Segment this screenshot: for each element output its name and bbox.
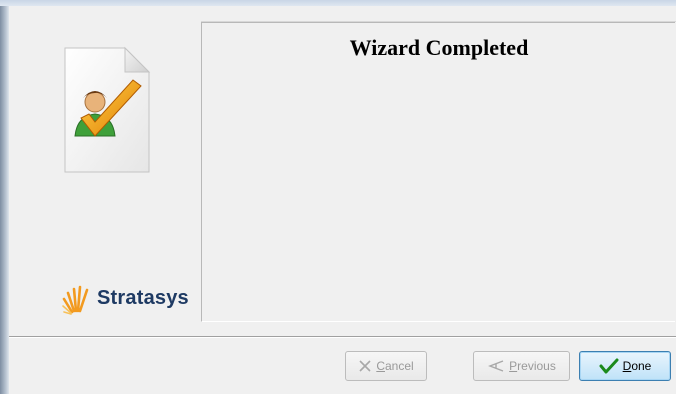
stratasys-logo-icon: [62, 285, 89, 315]
done-button[interactable]: Done: [579, 351, 671, 381]
button-bar-separator: [9, 336, 676, 338]
cancel-button-label: Cancel: [376, 359, 414, 373]
x-icon: [358, 359, 372, 373]
back-arrow-icon: [487, 359, 505, 373]
done-button-label: Done: [622, 359, 652, 373]
checkmark-icon: [599, 358, 619, 374]
wizard-window: Stratasys Wizard Completed Cancel Previo…: [0, 0, 676, 394]
page-title: Wizard Completed: [349, 35, 529, 60]
wizard-side-panel: Stratasys: [9, 6, 201, 322]
brand-name: Stratasys: [97, 286, 189, 309]
cancel-button[interactable]: Cancel: [345, 351, 427, 381]
wizard-content-panel: Wizard Completed: [201, 22, 675, 322]
stratasys-logo: Stratasys: [61, 280, 189, 316]
previous-button[interactable]: Previous: [473, 351, 570, 381]
document-user-check-icon: [64, 46, 151, 173]
previous-button-label: Previous: [509, 359, 556, 373]
window-left-edge: [0, 6, 9, 394]
